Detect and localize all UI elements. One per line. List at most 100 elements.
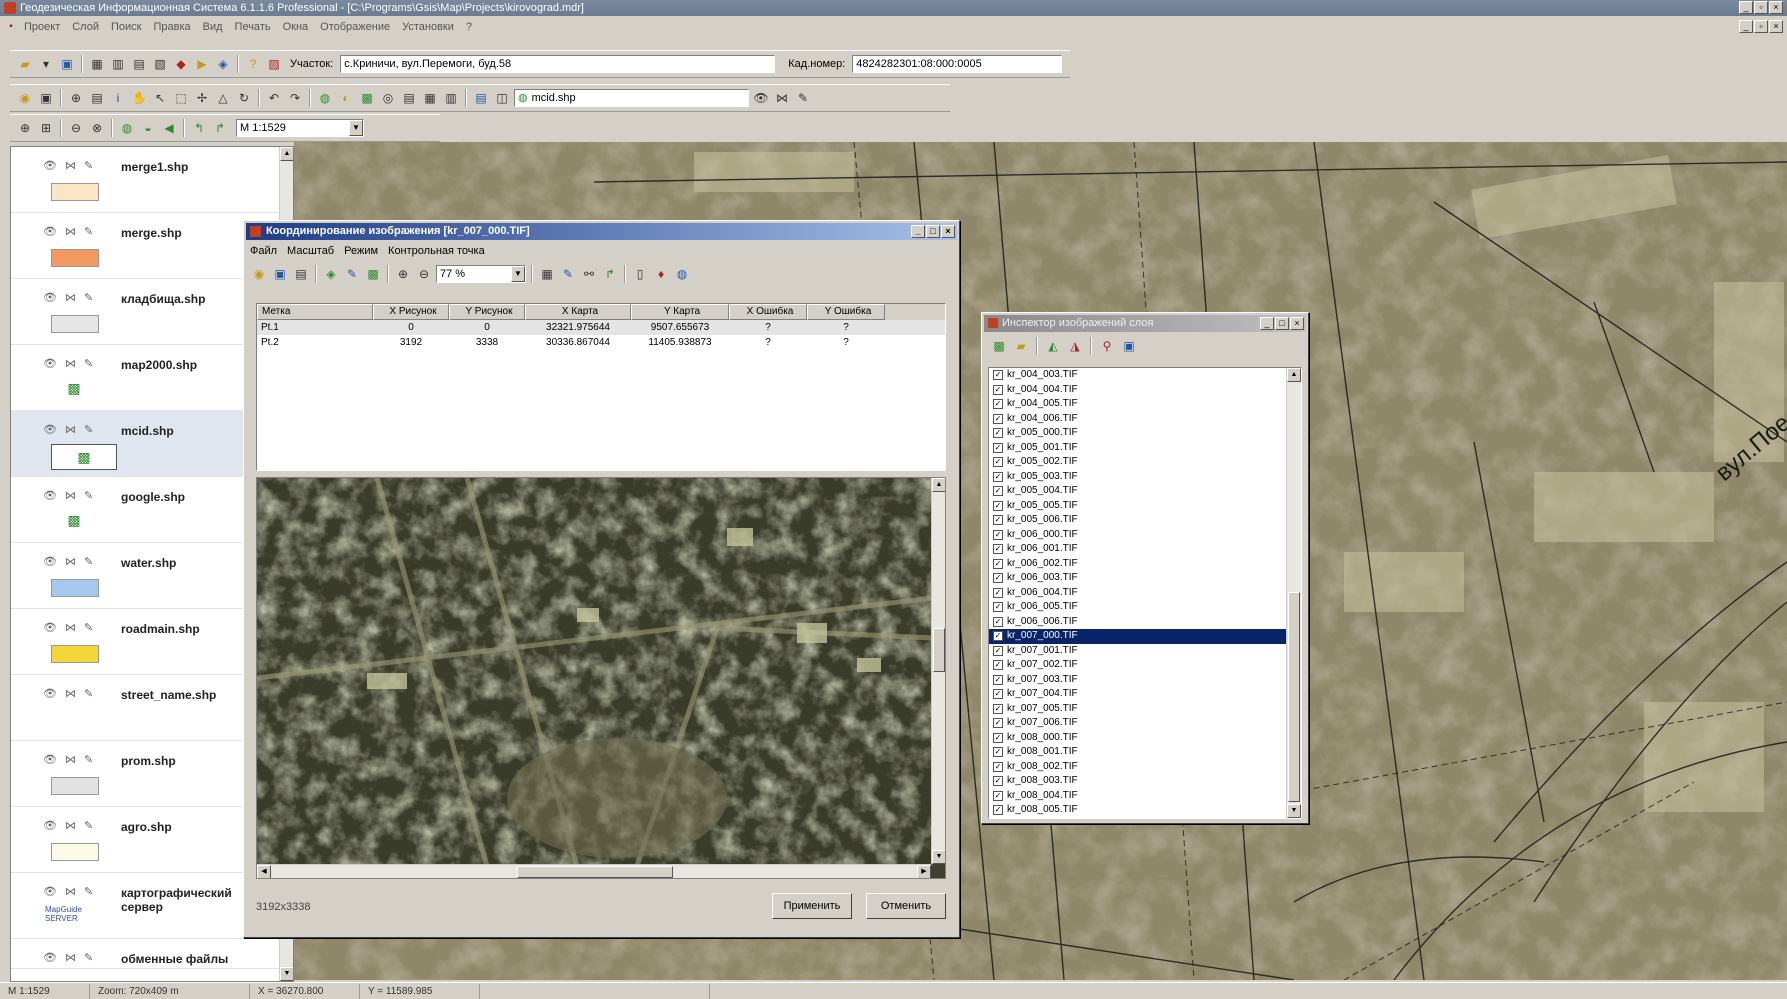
visibility-eye-icon[interactable]: 👁 [43,489,57,502]
preview-vscrollbar[interactable]: ▲ ▼ [931,478,945,864]
checkbox[interactable]: ✓ [993,442,1003,453]
col-x-error[interactable]: X Ошибка [729,304,807,320]
add-point-icon[interactable]: ◈ [322,265,340,283]
add-layer-icon[interactable]: ◍ [316,89,334,107]
pin-icon[interactable]: ♦ [652,265,670,283]
list-item[interactable]: ✓ kr_005_002.TIF [989,455,1286,470]
edit-pencil-icon[interactable]: ✎ [84,225,93,238]
col-y-image[interactable]: Y Рисунок [449,304,525,320]
snap-icon[interactable]: ⋈ [65,357,76,370]
edit-pencil-icon[interactable]: ✎ [84,819,93,832]
visibility-eye-icon[interactable]: 👁 [43,423,57,436]
info-icon[interactable]: i [109,89,127,107]
pan-right-icon[interactable]: ↱ [211,119,229,137]
help-icon[interactable]: ? [244,55,262,73]
dialog-menu-mode[interactable]: Режим [344,245,378,257]
snap-icon[interactable]: ⋈ [65,951,76,964]
scroll-left-icon[interactable]: ◀ [257,865,271,878]
checkbox[interactable]: ✓ [993,529,1003,540]
move-point-icon[interactable]: ▩ [364,265,382,283]
apply-transform-icon[interactable]: ↱ [601,265,619,283]
scroll-right-icon[interactable]: ▶ [917,865,931,878]
polygon-icon[interactable]: △ [214,89,232,107]
dropdown-icon[interactable]: ▾ [37,55,55,73]
checkbox[interactable]: ✓ [993,689,1003,699]
file-list-scrollbar[interactable]: ▲ ▼ [1286,368,1301,818]
list-item[interactable]: ✓ kr_008_002.TIF [989,760,1286,775]
snap-icon[interactable]: ⋈ [65,423,76,436]
zoom-combo[interactable]: 77 % ▼ [436,265,526,283]
mdi-close-button[interactable]: × [1769,20,1783,33]
edit-pencil-icon[interactable]: ✎ [84,753,93,766]
list-item[interactable]: ✓ kr_005_004.TIF [989,484,1286,499]
checkbox[interactable]: ✓ [993,413,1003,424]
col-x-map[interactable]: X Карта [525,304,631,320]
edit-pencil-icon[interactable]: ✎ [794,89,812,107]
inspector-close-button[interactable]: × [1290,317,1304,330]
edit-pencil-icon[interactable]: ✎ [84,687,93,700]
snap-icon[interactable]: ⋈ [65,291,76,304]
checkbox[interactable]: ✓ [993,602,1003,612]
visibility-eye-icon[interactable]: 👁 [43,225,57,238]
checkbox[interactable]: ✓ [993,616,1003,627]
scale-combo[interactable]: М 1:1529 ▼ [236,119,364,137]
open-icon[interactable]: ◉ [16,89,34,107]
checkbox[interactable]: ✓ [993,747,1003,757]
menu-windows[interactable]: Окна [277,21,315,33]
snap-icon[interactable]: ⋈ [65,687,76,700]
list-item[interactable]: ✓ kr_008_003.TIF [989,774,1286,789]
edit-pencil-icon[interactable]: ✎ [84,885,93,898]
col-label[interactable]: Метка [257,304,373,320]
minimize-button[interactable]: _ [1739,1,1753,14]
coordinate-image-icon[interactable]: ⚲ [1098,337,1116,355]
restore-button[interactable]: ▫ [1754,1,1768,14]
zoom-in-tool-icon[interactable]: ⊕ [394,265,412,283]
mdi-restore-button[interactable]: ▫ [1754,20,1768,33]
edit-pencil-icon[interactable]: ✎ [84,357,93,370]
map-back-icon[interactable]: ◀ [160,119,178,137]
inspector-minimize-button[interactable]: _ [1260,317,1274,330]
list-item[interactable]: ✓ kr_005_003.TIF [989,470,1286,485]
checkbox[interactable]: ✓ [993,370,1003,380]
edit-pencil-icon[interactable]: ✎ [84,423,93,436]
vscroll-thumb[interactable] [933,628,945,672]
export-icon[interactable]: ▶ [193,55,211,73]
checkbox[interactable]: ✓ [993,776,1003,786]
pan-left-icon[interactable]: ↰ [190,119,208,137]
redo-icon[interactable]: ↷ [286,89,304,107]
checkbox[interactable]: ✓ [993,718,1003,728]
globe-search-icon[interactable]: ◍ [673,265,691,283]
menu-display[interactable]: Отображение [314,21,396,33]
checkbox[interactable]: ✓ [993,471,1003,482]
visibility-eye-icon[interactable]: 👁 [43,621,57,634]
move-up-icon[interactable]: ◭ [1044,337,1062,355]
hand-icon[interactable]: ✋ [130,89,148,107]
checkbox[interactable]: ✓ [993,544,1003,554]
zoom-extent-icon[interactable]: ⊞ [37,119,55,137]
snap-icon[interactable]: ⋈ [65,885,76,898]
edit-pencil-icon[interactable]: ✎ [84,489,93,502]
dialog-minimize-button[interactable]: _ [911,225,925,238]
undo-icon[interactable]: ↶ [265,89,283,107]
print-icon[interactable]: ▨ [265,55,283,73]
rotate-icon[interactable]: ↻ [235,89,253,107]
snap-icon[interactable]: ⋈ [65,225,76,238]
dialog-menu-file[interactable]: Файл [250,245,277,257]
list-scroll-thumb[interactable] [1288,592,1300,802]
dialog-close-button[interactable]: × [941,225,955,238]
scroll-up-icon[interactable]: ▲ [280,147,293,161]
visibility-eye-icon[interactable]: 👁 [43,687,57,700]
checkbox[interactable]: ✓ [993,732,1003,743]
save-list-icon[interactable]: ▣ [1120,337,1138,355]
col-y-map[interactable]: Y Карта [631,304,729,320]
checkbox[interactable]: ✓ [993,457,1003,467]
zoom-next-icon[interactable]: ⊗ [88,119,106,137]
checkbox[interactable]: ✓ [993,805,1003,815]
refresh-map-icon[interactable]: ◒ [139,119,157,137]
visibility-eye-icon[interactable]: 👁 [43,951,57,964]
list-item[interactable]: ✓ kr_007_003.TIF [989,673,1286,688]
checkbox[interactable]: ✓ [993,674,1003,685]
image-preview[interactable]: ▲ ▼ ◀ ▶ [256,477,946,879]
menu-project[interactable]: Проект [18,21,66,33]
edit-pencil-icon[interactable]: ✎ [84,621,93,634]
